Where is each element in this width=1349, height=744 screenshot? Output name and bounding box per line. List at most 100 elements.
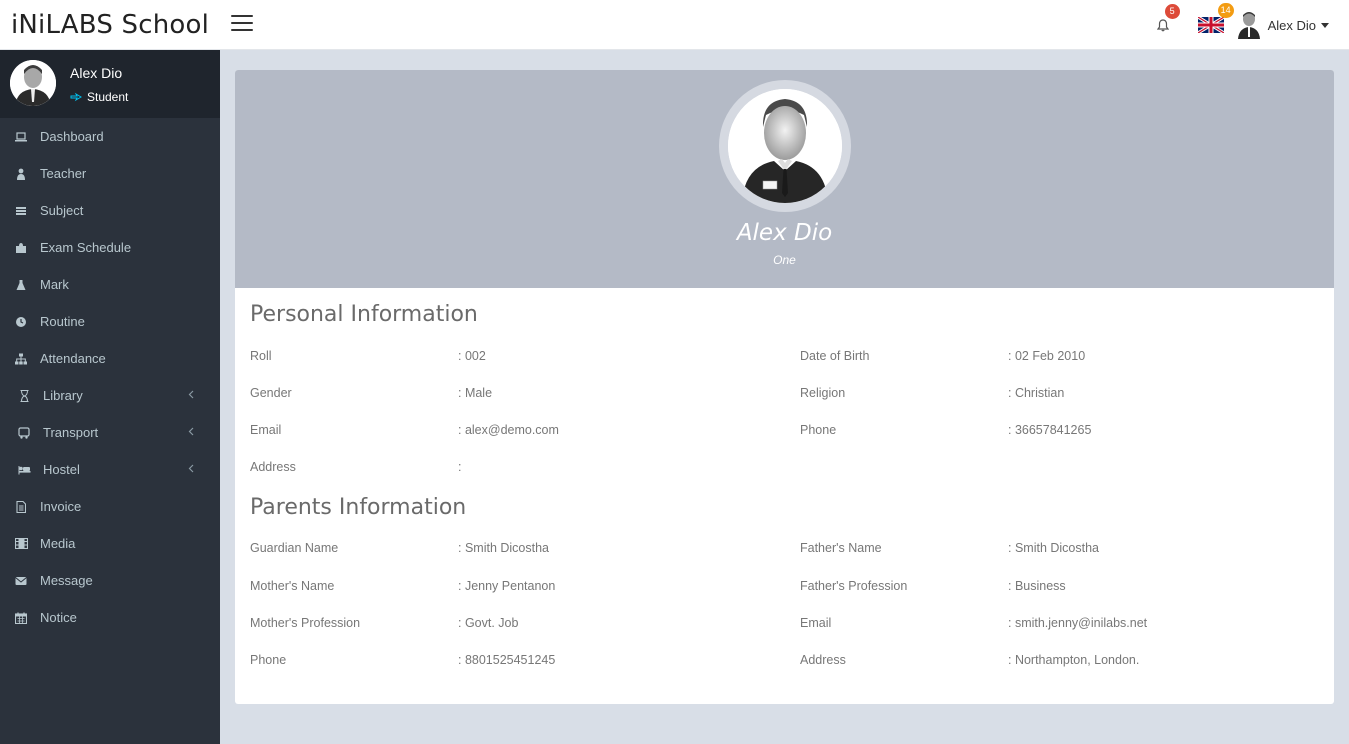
book-icon (16, 206, 26, 215)
field-label: Father's Name (800, 541, 882, 555)
language-count-badge: 14 (1217, 3, 1234, 18)
field-label: Gender (250, 386, 292, 400)
sidebar-user-panel: Alex Dio Student (0, 50, 220, 118)
clock-icon (16, 316, 26, 327)
sidebar-item-label: Hostel (43, 462, 80, 477)
field-value: : Smith Dicostha (1008, 541, 1100, 555)
sidebar-item-label: Routine (40, 314, 85, 329)
chevron-left-icon (188, 390, 194, 399)
teacher-icon (17, 168, 25, 180)
field-label: Address (250, 460, 296, 474)
profile-card: Alex Dio One Personal Information Roll :… (235, 70, 1334, 704)
field-label: Phone (800, 423, 837, 437)
personal-info-title: Personal Information (250, 302, 478, 327)
sidebar-item-label: Message (40, 573, 93, 588)
sidebar-item-dashboard[interactable]: Dashboard (0, 118, 220, 155)
field-label: Mother's Name (250, 579, 335, 593)
sidebar-item-label: Media (40, 536, 76, 551)
sidebar-item-routine[interactable]: Routine (0, 303, 220, 340)
field-value: : Northampton, London. (1008, 653, 1140, 667)
hourglass-icon (20, 389, 28, 402)
sidebar-user-role: Student (70, 90, 128, 104)
invoice-icon (16, 500, 26, 513)
field-label: Email (250, 423, 282, 437)
sidebar-item-teacher[interactable]: Teacher (0, 155, 220, 192)
sidebar: Alex Dio Student Dashboard Teacher Subje… (0, 50, 220, 744)
bell-icon (1156, 18, 1169, 31)
sidebar-item-label: Invoice (40, 499, 82, 514)
user-avatar-icon (10, 60, 56, 106)
field-label: Email (800, 616, 832, 630)
sitemap-icon (15, 353, 27, 364)
sidebar-item-label: Attendance (40, 351, 106, 366)
sidebar-item-label: Teacher (40, 166, 87, 181)
uk-flag-icon (1196, 15, 1225, 35)
sidebar-item-label: Exam Schedule (40, 240, 132, 255)
bed-icon (18, 465, 30, 474)
sidebar-item-label: Subject (40, 203, 84, 218)
caret-down-icon (1321, 22, 1329, 28)
sidebar-item-hostel[interactable]: Hostel (0, 451, 220, 488)
sidebar-item-label: Transport (43, 425, 99, 440)
film-icon (14, 538, 28, 549)
field-label: Address (800, 653, 846, 667)
sidebar-item-label: Notice (40, 610, 77, 625)
field-label: Religion (800, 386, 846, 400)
brand-logo[interactable]: iNiLABS School (0, 0, 220, 50)
sidebar-item-message[interactable]: Message (0, 562, 220, 599)
profile-name: Alex Dio (736, 220, 833, 246)
laptop-icon (15, 131, 27, 141)
sidebar-item-mark[interactable]: Mark (0, 266, 220, 303)
language-selector[interactable]: 14 (1196, 3, 1234, 35)
notification-count-badge: 5 (1164, 4, 1180, 19)
header-nav-right: 5 14 Alex Dio (1148, 0, 1349, 50)
chevron-left-icon (188, 427, 194, 436)
sidebar-item-label: Library (43, 388, 83, 403)
field-value: : Christian (1008, 386, 1065, 400)
sidebar-item-label: Mark (40, 277, 69, 292)
field-label: Roll (250, 349, 272, 363)
sidebar-item-invoice[interactable]: Invoice (0, 488, 220, 525)
header-user-name: Alex Dio (1267, 17, 1316, 33)
field-value: : 02 Feb 2010 (1008, 349, 1086, 363)
puzzle-icon (16, 242, 26, 253)
parents-info-title: Parents Information (250, 495, 467, 520)
field-value: : 8801525451245 (458, 653, 556, 667)
calendar-icon (15, 612, 27, 624)
notifications-button[interactable]: 5 (1148, 4, 1180, 40)
sidebar-item-attendance[interactable]: Attendance (0, 340, 220, 377)
field-value: : 36657841265 (1008, 423, 1092, 437)
sidebar-toggle-button[interactable] (231, 15, 253, 33)
field-label: Mother's Profession (250, 616, 361, 630)
user-menu-dropdown[interactable]: Alex Dio (1237, 11, 1329, 39)
sidebar-item-media[interactable]: Media (0, 525, 220, 562)
field-label: Guardian Name (250, 541, 339, 555)
sidebar-item-subject[interactable]: Subject (0, 192, 220, 229)
profile-avatar (719, 80, 851, 212)
user-avatar-icon (1237, 12, 1260, 39)
sidebar-user-name: Alex Dio (70, 65, 123, 81)
field-value: : Govt. Job (458, 616, 519, 630)
sidebar-item-notice[interactable]: Notice (0, 599, 220, 636)
sidebar-item-transport[interactable]: Transport (0, 414, 220, 451)
profile-header: Alex Dio One (235, 70, 1334, 288)
field-value: : alex@demo.com (458, 423, 559, 437)
field-value: : (458, 460, 462, 474)
profile-class: One (773, 253, 796, 267)
field-value: : Jenny Pentanon (458, 579, 556, 593)
sidebar-menu: Dashboard Teacher Subject Exam Schedule … (0, 118, 220, 636)
field-value: : 002 (458, 349, 486, 363)
field-value: : Male (458, 386, 493, 400)
bus-icon (18, 426, 30, 439)
sidebar-item-label: Dashboard (40, 129, 104, 144)
sidebar-item-library[interactable]: Library (0, 377, 220, 414)
field-value: : Business (1008, 579, 1066, 593)
field-label: Phone (250, 653, 287, 667)
envelope-icon (15, 576, 27, 585)
sidebar-user-role-label: Student (87, 90, 129, 104)
sidebar-item-exam-schedule[interactable]: Exam Schedule (0, 229, 220, 266)
field-value: : smith.jenny@inilabs.net (1008, 616, 1148, 630)
chevron-left-icon (188, 464, 194, 473)
hand-pointer-icon (70, 92, 82, 102)
field-label: Father's Profession (800, 579, 908, 593)
